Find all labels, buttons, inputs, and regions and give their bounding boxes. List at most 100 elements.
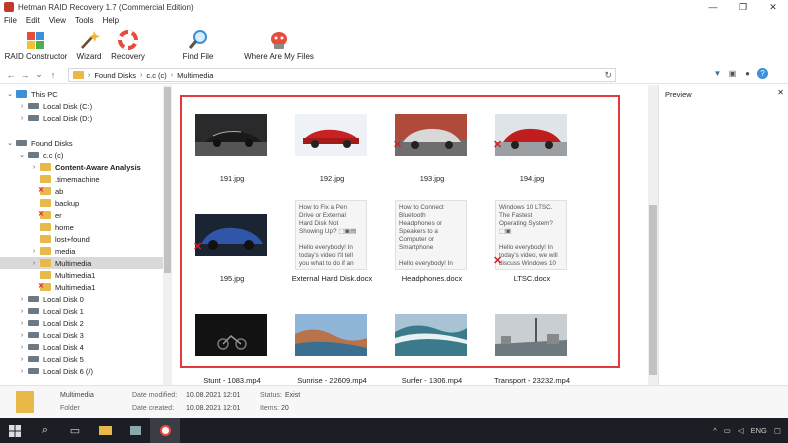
status-bar: Multimedia Folder Date modified: 10.08.2… — [0, 385, 788, 418]
filter-icon[interactable]: ▼ — [712, 68, 723, 79]
folder-icon — [40, 271, 51, 279]
forward-arrow-icon[interactable]: → — [18, 70, 32, 80]
drive-icon — [28, 308, 39, 314]
breadcrumb-multimedia[interactable]: Multimedia — [177, 71, 213, 80]
volume-icon[interactable]: ◁ — [738, 426, 744, 435]
where-are-my-files-button[interactable]: Where Are My Files — [244, 27, 314, 65]
tree-item-local-disk-0[interactable]: › Local Disk 0 — [18, 293, 84, 305]
path-box[interactable]: › Found Disks › c.c (c) › Multimedia ↻ — [68, 68, 616, 82]
windows-start-icon[interactable] — [0, 418, 30, 443]
tree-scrollbar-thumb[interactable] — [164, 87, 171, 273]
menu-tools[interactable]: Tools — [75, 16, 94, 25]
file-name: Transport - 23232.mp4 — [493, 376, 570, 385]
magnifier-icon — [187, 30, 209, 50]
refresh-icon[interactable]: ↻ — [604, 70, 612, 81]
help-icon[interactable]: ? — [757, 68, 768, 79]
tree-item-local-disk-4[interactable]: › Local Disk 4 — [18, 341, 84, 353]
menu-view[interactable]: View — [49, 16, 66, 25]
drive-icon — [28, 320, 39, 326]
folder-icon — [40, 199, 51, 207]
title-bar: Hetman RAID Recovery 1.7 (Commercial Edi… — [0, 0, 788, 14]
status-value: Exist — [285, 392, 301, 399]
status-type: Folder — [60, 405, 80, 412]
puzzle-icon — [25, 30, 47, 50]
tree-item-local-disk-2[interactable]: › Local Disk 2 — [18, 317, 84, 329]
minimize-button[interactable]: — — [698, 0, 728, 14]
tree-item-multimedia1[interactable]: Multimedia1 — [40, 269, 95, 281]
file-explorer-icon[interactable] — [90, 418, 120, 443]
menu-bar: File Edit View Tools Help — [0, 14, 788, 27]
file-name: Surfer - 1306.mp4 — [401, 376, 463, 385]
notification-icon[interactable]: ▢ — [774, 426, 781, 435]
tree-scrollbar[interactable] — [163, 85, 172, 385]
tree-item-cc[interactable]: ⌄ c.c (c) — [18, 149, 63, 161]
drive-icon — [28, 356, 39, 362]
tree-item-timemachine[interactable]: .timemachine — [40, 173, 100, 185]
deleted-folder-icon — [38, 211, 51, 219]
app-taskbar-icon[interactable] — [120, 418, 150, 443]
taskbar: ⌕ ▭ ^ ▭ ◁ ENG ▢ — [0, 418, 788, 443]
menu-help[interactable]: Help — [103, 16, 119, 25]
tree-item-local-d[interactable]: › Local Disk (D:) — [18, 112, 92, 124]
menu-file[interactable]: File — [4, 16, 17, 25]
address-bar: ← → ⌄ ↑ › Found Disks › c.c (c) › Multim… — [0, 66, 788, 84]
tree-item-local-disk-5[interactable]: › Local Disk 5 — [18, 353, 84, 365]
tree-item-home[interactable]: home — [40, 221, 74, 233]
highlight-rectangle — [180, 95, 620, 368]
breadcrumb-cc[interactable]: c.c (c) — [146, 71, 166, 80]
tree-item-this-pc[interactable]: ⌄ This PC — [6, 88, 58, 100]
up-arrow-icon[interactable]: ↑ — [46, 70, 60, 80]
folder-icon — [73, 71, 84, 79]
tray-chevron-icon[interactable]: ^ — [713, 426, 717, 435]
wizard-button[interactable]: Wizard — [74, 27, 104, 65]
find-file-button[interactable]: Find File — [180, 27, 216, 65]
content-scrollbar-thumb[interactable] — [649, 205, 657, 375]
tree-item-multimedia1-deleted[interactable]: Multimedia1 — [38, 281, 95, 293]
tree-item-ab[interactable]: ab — [38, 185, 63, 197]
app-icon — [4, 2, 14, 12]
tree-item-local-disk-3[interactable]: › Local Disk 3 — [18, 329, 84, 341]
tree-item-lost-found[interactable]: lost+found — [40, 233, 90, 245]
raid-constructor-label: RAID Constructor — [4, 52, 68, 61]
tree-item-multimedia[interactable]: › Multimedia — [0, 257, 163, 269]
tree-item-media[interactable]: › media — [30, 245, 76, 257]
items-value: 20 — [281, 405, 289, 412]
tree-item-found-disks[interactable]: ⌄ Found Disks — [6, 137, 73, 149]
recovery-button[interactable]: Recovery — [110, 27, 146, 65]
raid-recovery-taskbar-icon[interactable] — [150, 418, 180, 443]
menu-edit[interactable]: Edit — [26, 16, 40, 25]
search-icon[interactable]: ⌕ — [30, 418, 60, 443]
tree-item-er[interactable]: er — [38, 209, 62, 221]
tree-item-content-aware[interactable]: › Content-Aware Analysis — [30, 161, 141, 173]
task-view-icon[interactable]: ▭ — [60, 418, 90, 443]
folder-icon — [40, 259, 51, 267]
ribbon-toolbar: RAID Constructor Wizard Recovery Find Fi… — [0, 27, 788, 65]
content-scrollbar[interactable] — [648, 85, 658, 385]
deleted-folder-icon — [38, 283, 51, 291]
network-icon[interactable]: ▭ — [724, 426, 731, 435]
file-name: Sunrise - 22609.mp4 — [297, 376, 367, 385]
tree-item-backup[interactable]: backup — [40, 197, 79, 209]
drive-icon — [28, 115, 39, 121]
back-arrow-icon[interactable]: ← — [4, 70, 18, 80]
status-name: Multimedia — [60, 392, 94, 399]
close-icon[interactable]: ✕ — [777, 88, 784, 97]
sort-icon[interactable]: ● — [742, 68, 753, 79]
raid-constructor-button[interactable]: RAID Constructor — [0, 27, 72, 65]
language-indicator[interactable]: ENG — [751, 426, 767, 435]
close-button[interactable]: ✕ — [758, 0, 788, 14]
breadcrumb-found-disks[interactable]: Found Disks — [94, 71, 136, 80]
wizard-label: Wizard — [76, 52, 102, 61]
deleted-folder-icon — [38, 187, 51, 195]
where-are-my-files-label: Where Are My Files — [244, 52, 314, 61]
view-mode-icon[interactable]: ▣ — [727, 68, 738, 79]
system-tray: ^ ▭ ◁ ENG ▢ — [713, 418, 788, 443]
restore-button[interactable]: ❐ — [728, 0, 758, 14]
tree-item-local-disk-6[interactable]: › Local Disk 6 (/) — [18, 365, 93, 377]
file-name: Stunt - 1083.mp4 — [203, 376, 261, 385]
chevron-down-icon[interactable]: ⌄ — [32, 69, 46, 80]
tree-item-local-c[interactable]: › Local Disk (C:) — [18, 100, 92, 112]
tree-item-local-disk-1[interactable]: › Local Disk 1 — [18, 305, 84, 317]
robot-icon — [268, 30, 290, 50]
find-file-label: Find File — [182, 52, 214, 61]
